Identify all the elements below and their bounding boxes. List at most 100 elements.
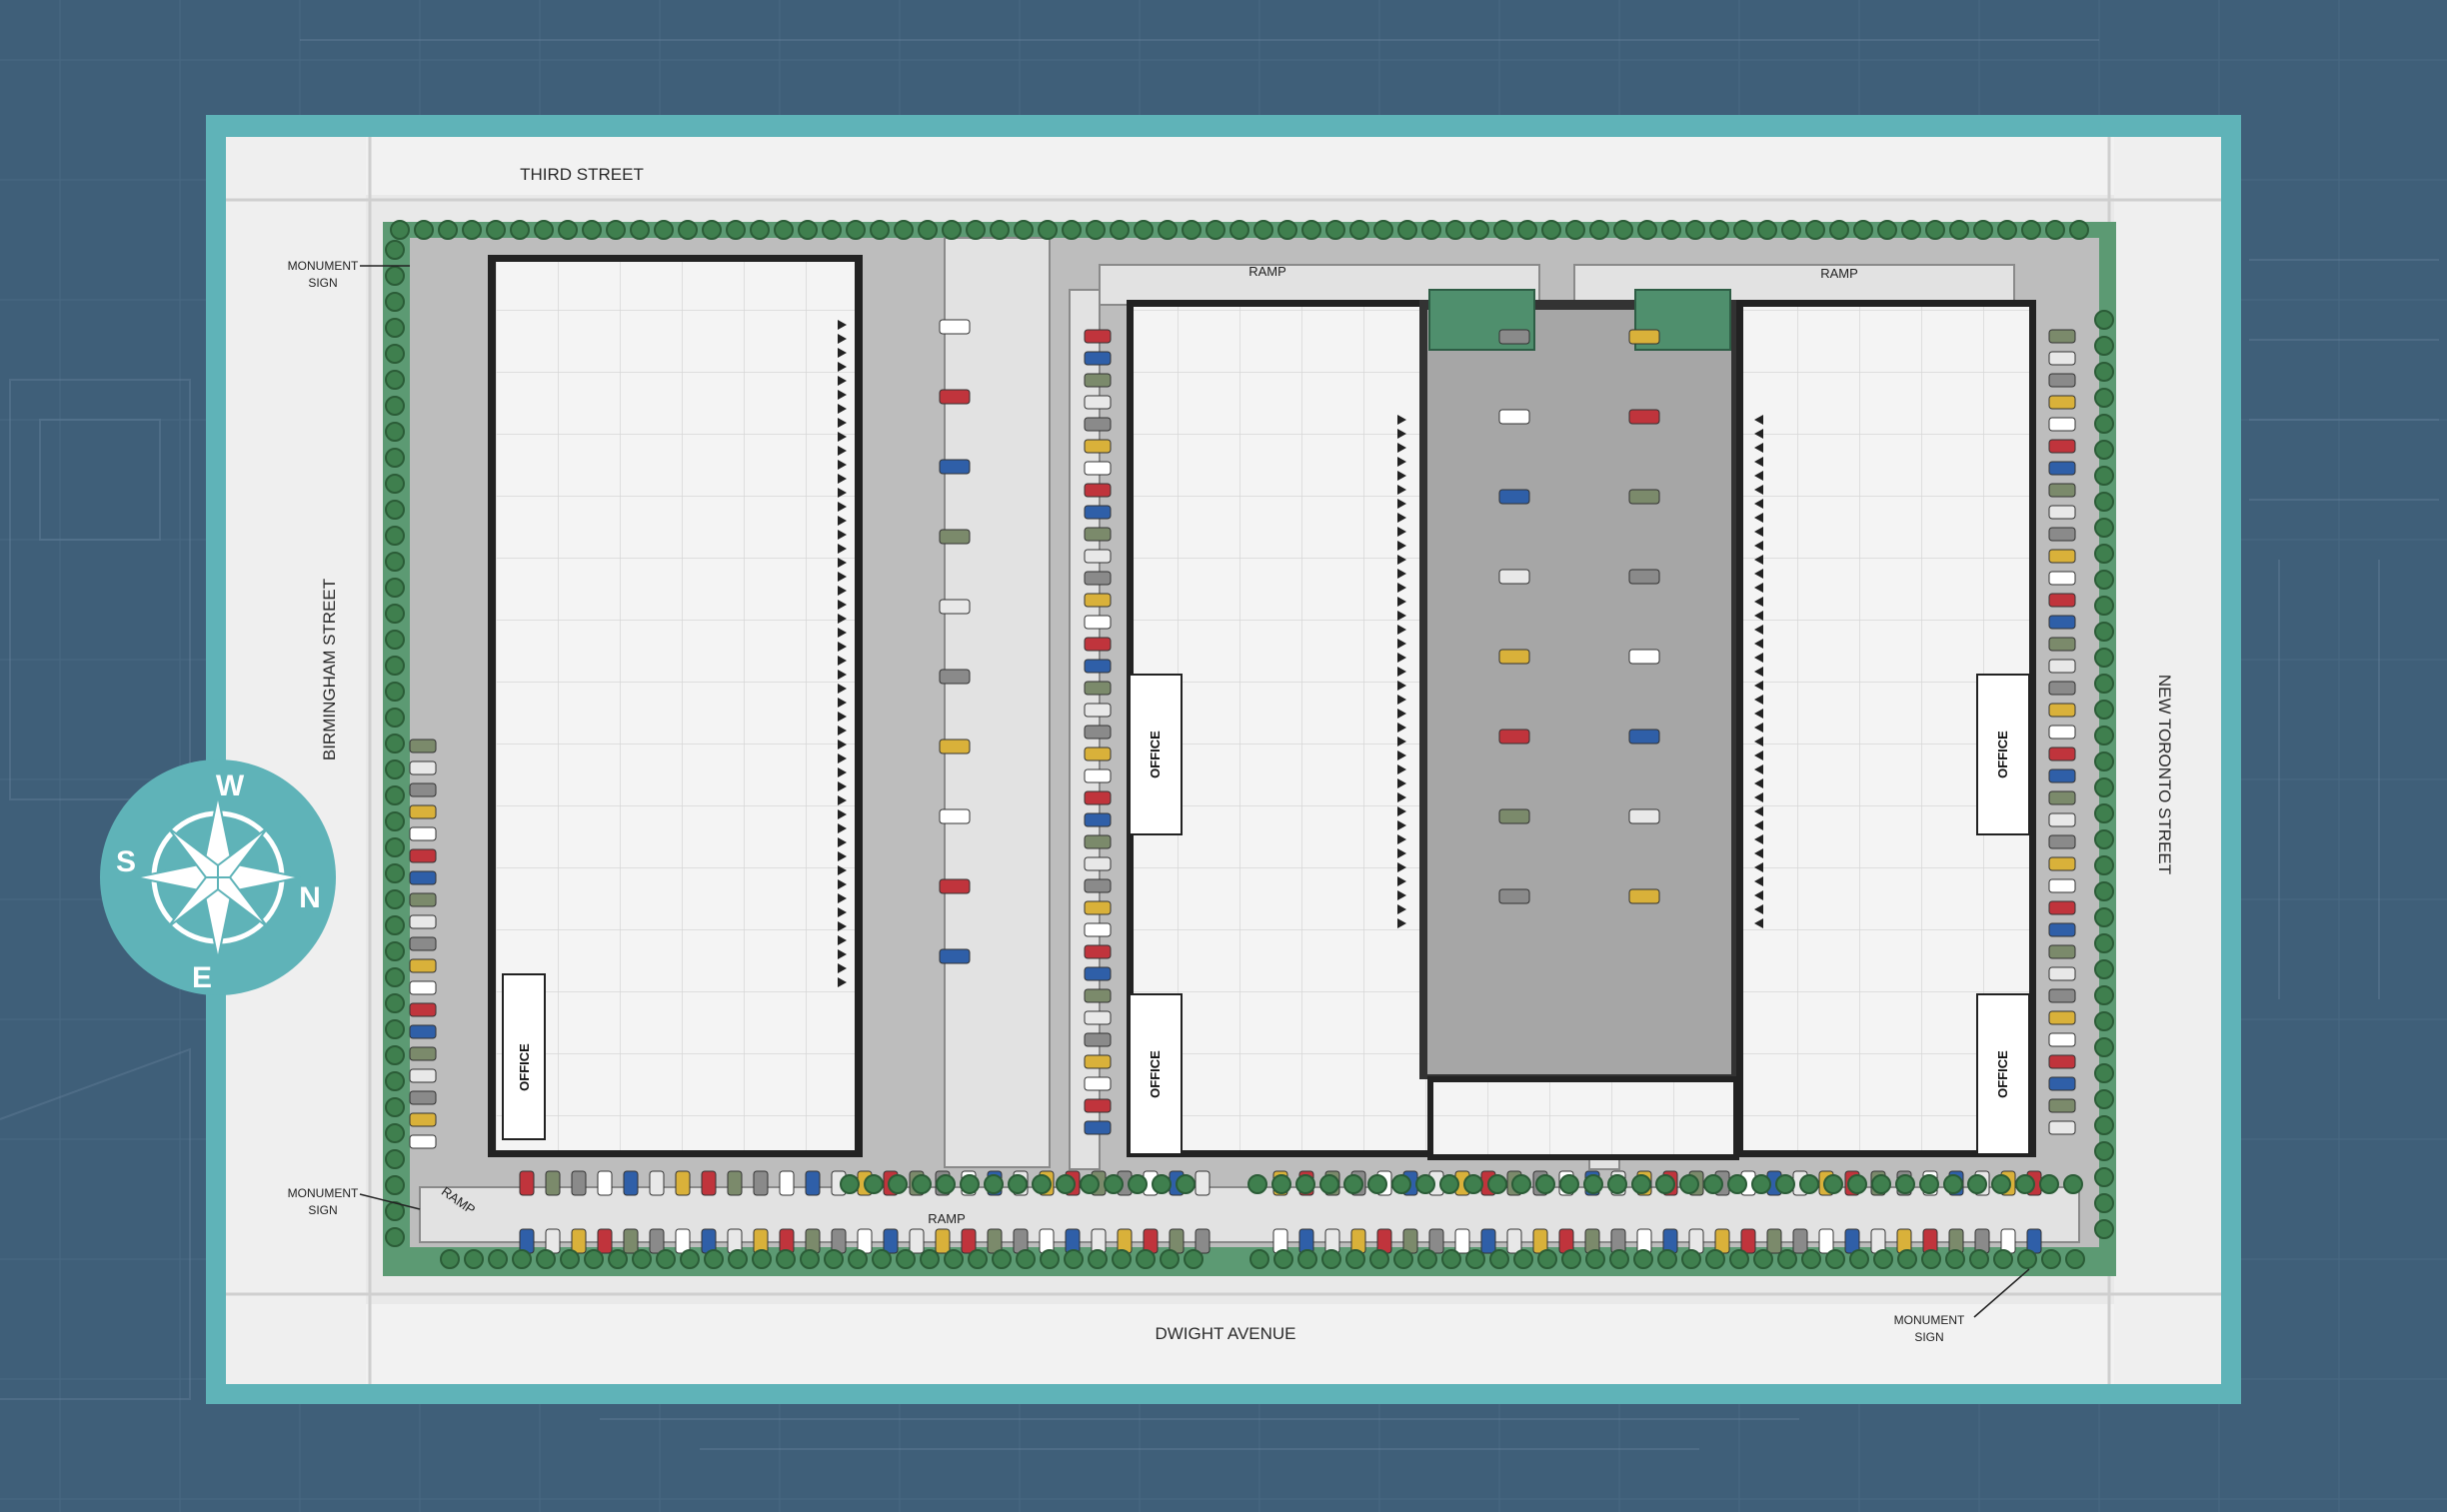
tree-icon — [2094, 726, 2114, 746]
tree-icon — [558, 220, 578, 240]
parked-car — [2048, 505, 2076, 520]
tree-icon — [1152, 1174, 1172, 1194]
tree-icon — [2094, 1063, 2114, 1083]
parked-car — [409, 1024, 437, 1039]
tree-icon — [1993, 1249, 2013, 1269]
tree-icon — [1253, 220, 1273, 240]
parked-car — [1428, 1228, 1444, 1254]
tree-icon — [1919, 1174, 1939, 1194]
parked-car — [939, 878, 971, 894]
tree-icon — [894, 220, 914, 240]
tree-icon — [990, 220, 1010, 240]
tree-icon — [1537, 1249, 1557, 1269]
tree-icon — [2094, 544, 2114, 564]
parked-car — [2048, 1120, 2076, 1135]
tree-icon — [1991, 1174, 2011, 1194]
parked-car — [2048, 461, 2076, 476]
parked-car — [2048, 922, 2076, 937]
tree-icon — [1158, 220, 1178, 240]
parked-car — [2048, 373, 2076, 388]
parked-car — [1084, 1076, 1112, 1091]
tree-icon — [1184, 1249, 1204, 1269]
parked-car — [1084, 615, 1112, 630]
parked-car — [1084, 834, 1112, 849]
parked-car — [2048, 681, 2076, 696]
parked-car — [883, 1228, 899, 1254]
parked-car — [2048, 549, 2076, 564]
office-label: OFFICE — [1995, 731, 2010, 778]
tree-icon — [2094, 388, 2114, 408]
tree-icon — [1511, 1174, 1531, 1194]
tree-icon — [1271, 1174, 1291, 1194]
parked-car — [1628, 409, 1660, 425]
tree-icon — [1969, 1249, 1989, 1269]
parked-car — [1084, 681, 1112, 696]
tree-icon — [1134, 220, 1154, 240]
parked-car — [2048, 1098, 2076, 1113]
tree-icon — [385, 1123, 405, 1143]
parked-car — [2048, 878, 2076, 893]
tree-icon — [385, 1175, 405, 1195]
parked-car — [1766, 1228, 1782, 1254]
parked-car — [2048, 900, 2076, 915]
parked-car — [1195, 1228, 1211, 1254]
parked-car — [1084, 1054, 1112, 1069]
tree-icon — [992, 1249, 1012, 1269]
tree-icon — [896, 1249, 916, 1269]
tree-icon — [1064, 1249, 1084, 1269]
parked-car — [1084, 571, 1112, 586]
parked-car — [1195, 1170, 1211, 1196]
tree-icon — [1014, 220, 1034, 240]
site-plan: THIRD STREET DWIGHT AVENUE BIRMINGHAM ST… — [0, 0, 2447, 1512]
tree-icon — [1469, 220, 1489, 240]
tree-icon — [1325, 220, 1345, 240]
parked-car — [2048, 812, 2076, 827]
tree-icon — [486, 220, 506, 240]
parked-car — [571, 1228, 587, 1254]
parked-car — [1480, 1228, 1496, 1254]
tree-icon — [1757, 220, 1777, 240]
tree-icon — [1967, 1174, 1987, 1194]
compass-letter: E — [192, 961, 212, 994]
tree-icon — [2094, 959, 2114, 979]
parked-car — [939, 599, 971, 615]
tree-icon — [385, 759, 405, 779]
connector-building — [1427, 1076, 1739, 1160]
tree-icon — [1517, 220, 1537, 240]
tree-icon — [1321, 1249, 1341, 1269]
tree-icon — [702, 220, 722, 240]
tree-icon — [912, 1174, 932, 1194]
truck-court — [1419, 300, 1739, 1079]
parked-car — [939, 808, 971, 824]
tree-icon — [385, 915, 405, 935]
parked-car — [2048, 329, 2076, 344]
parked-car — [1084, 966, 1112, 981]
tree-icon — [385, 889, 405, 909]
tree-icon — [1421, 220, 1441, 240]
tree-icon — [1176, 1174, 1196, 1194]
tree-icon — [2094, 1219, 2114, 1239]
tree-icon — [385, 734, 405, 754]
office-label: OFFICE — [517, 1043, 532, 1091]
tree-icon — [1565, 220, 1585, 240]
parked-car — [1084, 395, 1112, 410]
parked-car — [2048, 747, 2076, 761]
parked-car — [1084, 593, 1112, 608]
tree-icon — [840, 1174, 860, 1194]
parked-car — [805, 1170, 821, 1196]
tree-icon — [2094, 440, 2114, 460]
tree-icon — [1206, 220, 1225, 240]
tree-icon — [385, 863, 405, 883]
parked-car — [409, 1068, 437, 1083]
tree-icon — [2045, 220, 2065, 240]
tree-icon — [800, 1249, 820, 1269]
tree-icon — [2094, 985, 2114, 1005]
tree-icon — [2094, 336, 2114, 356]
tree-icon — [1997, 220, 2017, 240]
tree-icon — [385, 240, 405, 260]
tree-icon — [2094, 700, 2114, 720]
parked-car — [1084, 1120, 1112, 1135]
parked-car — [1084, 527, 1112, 542]
parked-car — [1628, 329, 1660, 345]
tree-icon — [2094, 466, 2114, 486]
